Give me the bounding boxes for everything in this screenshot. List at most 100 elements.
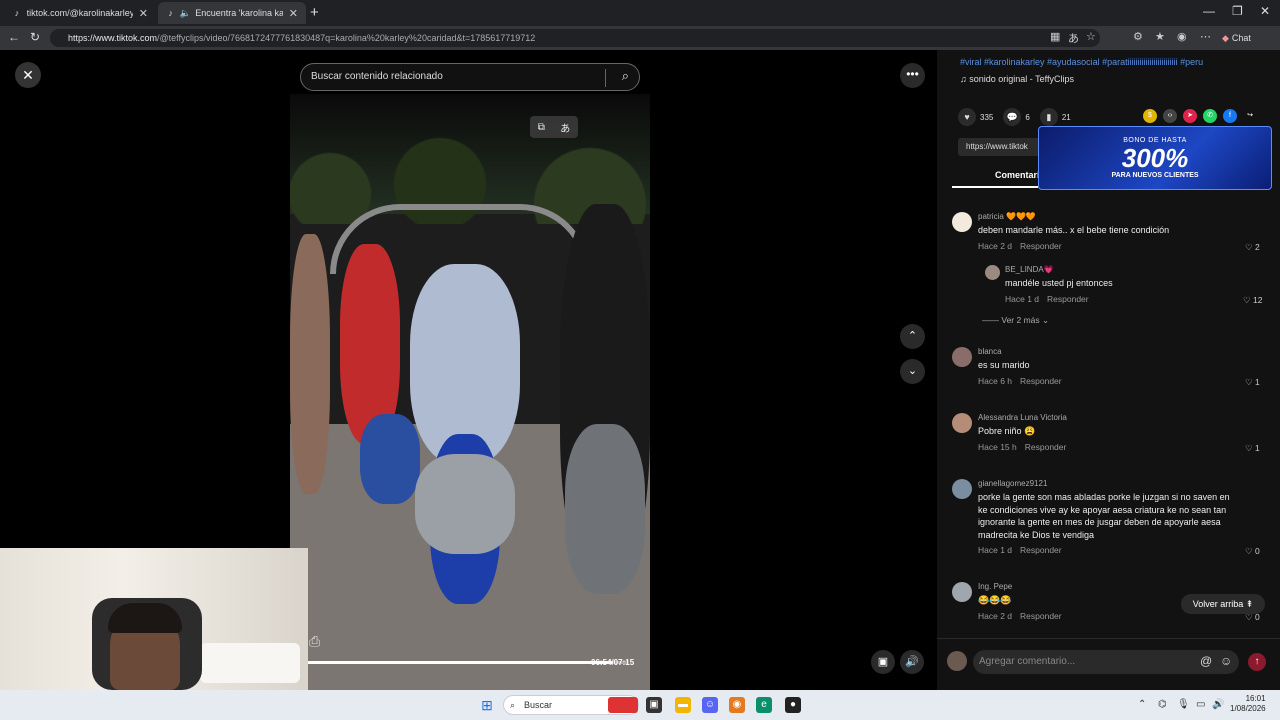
translate-icon[interactable]: あ — [1068, 30, 1079, 46]
back-icon[interactable]: ← — [8, 30, 20, 44]
tray-chevron-icon[interactable]: ⌃ — [1138, 699, 1146, 710]
windows-start-icon[interactable]: ⊞ — [479, 697, 495, 713]
video-overlay-controls[interactable]: ⧉ あ — [530, 116, 578, 138]
video-progress-bar[interactable] — [308, 661, 628, 664]
task-view-icon[interactable]: ▣ — [646, 697, 662, 713]
post-sound[interactable]: ♫ sonido original - TeffyClips — [960, 74, 1074, 84]
reply-button[interactable]: Responder — [1025, 442, 1067, 452]
minimize-button[interactable]: — — [1203, 4, 1215, 18]
taskbar-clock[interactable]: 16:01 1/08/2026 — [1230, 694, 1266, 714]
comment-like[interactable]: ♡ 0 — [1245, 546, 1260, 557]
comment-username[interactable]: Ing. Pepe — [978, 582, 1012, 591]
maximize-button[interactable]: ❐ — [1232, 4, 1243, 18]
sound-label: sonido original - TeffyClips — [969, 74, 1074, 84]
url-path: /@teffyclips/video/7668172477761830487q=… — [157, 33, 536, 43]
network-icon[interactable]: ⌬ — [1158, 699, 1167, 710]
edge-icon[interactable]: e — [756, 697, 772, 713]
save-button[interactable]: ▮ 21 — [1039, 108, 1071, 126]
comment-like-count: 1 — [1254, 377, 1260, 387]
reply-button[interactable]: Responder — [1047, 294, 1089, 304]
new-tab-button[interactable]: + — [310, 4, 319, 21]
post-comment-button[interactable]: ↑ — [1248, 653, 1266, 671]
close-window-button[interactable]: ✕ — [1260, 4, 1270, 18]
whatsapp-icon[interactable]: ✆ — [1203, 109, 1217, 123]
comment-button[interactable]: 💬 6 — [1003, 108, 1030, 126]
apps-icon[interactable]: ▦ — [1050, 30, 1060, 43]
floating-player-button[interactable]: ▣ — [871, 650, 895, 674]
comment-username[interactable]: patricia 🧡🧡🧡 — [978, 212, 1036, 221]
comment-input-placeholder: Agregar comentario... — [979, 656, 1076, 667]
coin-share-icon[interactable]: $ — [1143, 109, 1157, 123]
back-to-top-button[interactable]: Volver arriba ⇞ — [1181, 594, 1265, 614]
video-time: 06:54/07:15 — [591, 658, 635, 667]
avatar[interactable] — [952, 479, 972, 499]
comment-like[interactable]: ♡ 1 — [1245, 443, 1260, 454]
comment-like[interactable]: ♡ 12 — [1243, 295, 1262, 306]
comment-username[interactable]: BE_LINDA💗 — [1005, 265, 1054, 274]
avatar[interactable] — [952, 212, 972, 232]
favorites-icon[interactable]: ★ — [1155, 30, 1165, 43]
close-tab-icon[interactable]: ✕ — [139, 7, 148, 20]
captions-icon[interactable]: ⎙ — [309, 633, 320, 650]
mic-icon[interactable]: 🎙 — [1177, 699, 1190, 710]
embed-icon[interactable]: ‹› — [1163, 109, 1177, 123]
comment-username[interactable]: blanca — [978, 347, 1002, 356]
emoji-icon[interactable]: ☺ — [1220, 654, 1232, 668]
back-to-top-label: Volver arriba — [1192, 599, 1244, 609]
avatar[interactable] — [985, 265, 1000, 280]
comment-item: blanca es su marido Hace 6 h Responder ♡ … — [952, 347, 1272, 392]
url-field[interactable]: https://www.tiktok.com/@teffyclips/video… — [50, 29, 1100, 47]
browser-tab-1[interactable]: ♪ tiktok.com/@karolinakarley2/live?... ✕ — [4, 2, 156, 24]
tab-title: Encuentra 'karolina karley cari... — [195, 8, 283, 18]
mention-icon[interactable]: @ — [1200, 654, 1212, 668]
related-search-bar[interactable]: Buscar contenido relacionado ⌕ — [300, 63, 640, 91]
avatar[interactable] — [952, 347, 972, 367]
file-explorer-icon[interactable]: ▬ — [675, 697, 691, 713]
search-icon[interactable]: ⌕ — [622, 68, 629, 84]
bookmark-icon: ▮ — [1039, 108, 1058, 126]
reply-button[interactable]: Responder — [1020, 611, 1062, 621]
comment-text: mandéle usted pj entonces — [1005, 278, 1113, 288]
app-icon[interactable]: ◉ — [729, 697, 745, 713]
view-more-replies[interactable]: —— Ver 2 más ⌄ — [982, 315, 1049, 326]
chat-button[interactable]: ◆ Chat — [1222, 29, 1251, 47]
send-to-friends-icon[interactable]: ➤ — [1183, 109, 1197, 123]
tiktok-icon: ♪ — [168, 8, 173, 18]
like-button[interactable]: ♥ 335 — [958, 108, 993, 126]
translate-icon[interactable]: あ — [560, 120, 570, 135]
close-tab-icon[interactable]: ✕ — [289, 7, 298, 20]
picture-in-picture-icon[interactable]: ⧉ — [538, 122, 545, 133]
ad-line3: PARA NUEVOS CLIENTES — [1111, 172, 1199, 179]
comment-username[interactable]: Alessandra Luna Victoria — [978, 413, 1067, 422]
app-icon[interactable]: ● — [785, 697, 801, 713]
comment-username[interactable]: gianellagomez9121 — [978, 479, 1047, 488]
volume-icon[interactable]: 🔊 — [1212, 699, 1224, 710]
post-hashtags[interactable]: #viral #karolinakarley #ayudasocial #par… — [960, 57, 1260, 67]
comment-like[interactable]: ♡ 1 — [1245, 377, 1260, 388]
browser-tab-2[interactable]: ♪ 🔈 Encuentra 'karolina karley cari... ✕ — [158, 2, 306, 24]
comment-text: porke la gente son mas abladas porke le … — [978, 492, 1230, 540]
next-video-button[interactable]: ⌄ — [900, 359, 925, 384]
reply-button[interactable]: Responder — [1020, 545, 1062, 555]
close-viewer-button[interactable]: ✕ — [15, 62, 41, 88]
more-options-button[interactable]: ••• — [900, 63, 925, 88]
volume-button[interactable]: 🔊 — [900, 650, 924, 674]
profile-avatar-icon[interactable]: ◉ — [1177, 30, 1187, 43]
reply-button[interactable]: Responder — [1020, 241, 1062, 251]
reload-icon[interactable]: ↻ — [30, 30, 40, 44]
avatar[interactable] — [952, 413, 972, 433]
previous-video-button[interactable]: ⌃ — [900, 324, 925, 349]
reply-button[interactable]: Responder — [1020, 376, 1062, 386]
copy-link-field[interactable]: https://www.tiktok — [958, 138, 1048, 156]
extensions-icon[interactable]: ⚙ — [1133, 30, 1143, 43]
comment-like[interactable]: ♡ 2 — [1245, 242, 1260, 253]
facebook-icon[interactable]: f — [1223, 109, 1237, 123]
more-menu-icon[interactable]: ⋯ — [1200, 30, 1211, 43]
ad-banner[interactable]: BONO DE HASTA 300% PARA NUEVOS CLIENTES — [1038, 126, 1272, 190]
share-icon[interactable]: ↪ — [1243, 109, 1257, 123]
display-icon[interactable]: ▭ — [1196, 699, 1205, 710]
star-icon[interactable]: ☆ — [1086, 30, 1096, 43]
video-player[interactable] — [290, 94, 650, 690]
avatar[interactable] — [952, 582, 972, 602]
discord-icon[interactable]: ☺ — [702, 697, 718, 713]
